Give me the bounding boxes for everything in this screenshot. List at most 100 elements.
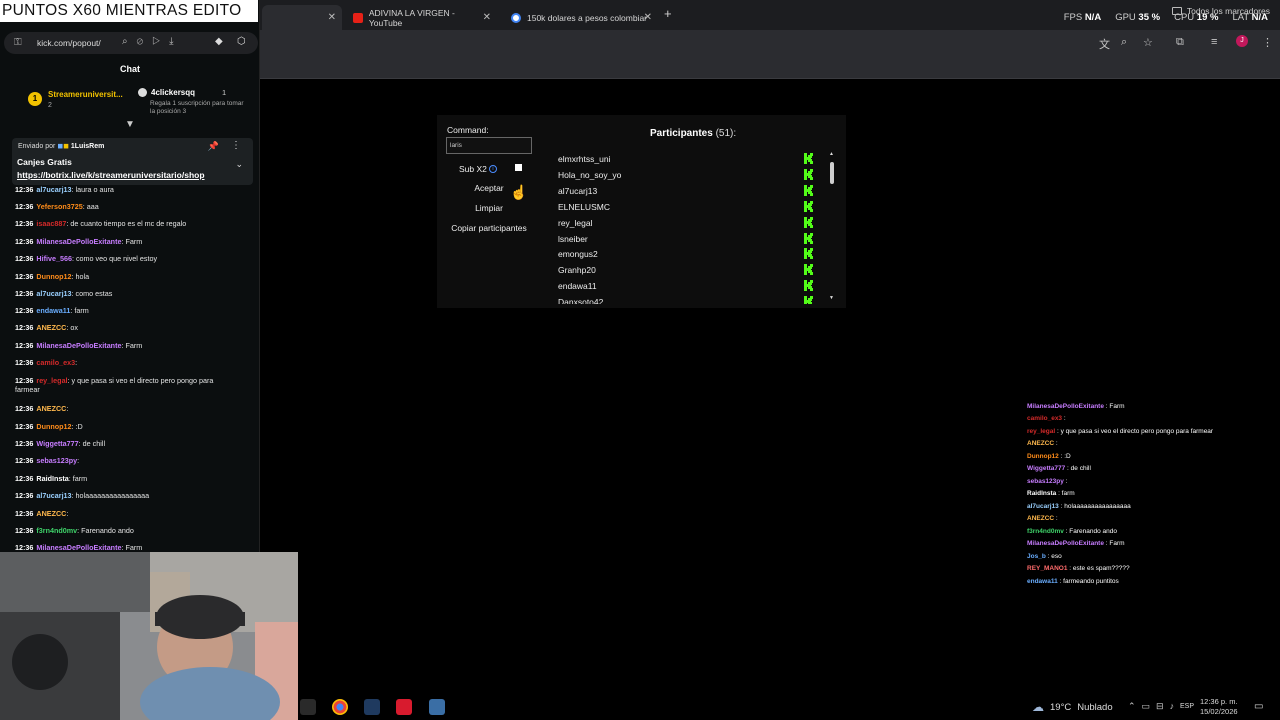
message-user: rey_legal [1027, 428, 1056, 435]
chat-message: 12:36 al7ucarj13: holaaaaaaaaaaaaaaaa [15, 491, 240, 500]
overlay-chat-message: al7ucarj13 : holaaaaaaaaaaaaaaaa [1027, 503, 1131, 511]
message-user[interactable]: MilanesaDePolloExitante [36, 543, 121, 552]
system-tray-icons[interactable]: ⌃▭⊟♪ [1128, 701, 1180, 712]
chat-message: 12:36 rey_legal: y que pasa si veo el dir… [15, 376, 240, 394]
extensions-icon[interactable]: ⧉ [1176, 36, 1184, 49]
message-user: ANEZCC [1027, 440, 1055, 447]
close-icon[interactable]: ✕ [328, 12, 336, 23]
pinned-title: Canjes Gratis [17, 157, 72, 167]
message-user: sebas123py [1027, 478, 1064, 485]
message-user[interactable]: RaidInsta [36, 474, 68, 483]
overlay-chat-message: RaidInsta : farm [1027, 490, 1075, 498]
participants-scrollbar[interactable] [830, 162, 834, 184]
message-user[interactable]: al7ucarj13 [36, 491, 71, 500]
close-icon[interactable]: ✕ [483, 12, 491, 23]
message-user: f3rn4nd0mv [1027, 528, 1064, 535]
message-user[interactable]: al7ucarj13 [36, 289, 71, 298]
message-user: MilanesaDePolloExitante [1027, 403, 1104, 410]
chat-message: 12:36 Dunnop12: hola [15, 272, 240, 281]
extension-icon-2[interactable]: ⬡ [237, 36, 246, 47]
overlay-chat-message: sebas123py : [1027, 478, 1068, 486]
close-icon[interactable]: ✕ [644, 12, 652, 23]
app-icon[interactable] [396, 699, 412, 715]
pinned-link[interactable]: https://botrix.live/k/streameruniversita… [17, 170, 205, 180]
message-user[interactable]: Dunnop12 [36, 422, 71, 431]
message-user[interactable]: Hifive_566 [36, 254, 72, 263]
kick-icon [804, 168, 813, 180]
tab-youtube[interactable]: ADIVINA LA VIRGEN - YouTube ✕ [345, 5, 497, 30]
scroll-down-icon[interactable]: ▼ [125, 119, 135, 130]
message-user[interactable]: sebas123py [36, 456, 77, 465]
kick-icon [804, 184, 813, 196]
tab-label: 150k dolares a pesos colombian [527, 12, 647, 23]
message-user: RaidInsta [1027, 490, 1057, 497]
tab-current[interactable]: ✕ [262, 5, 342, 30]
app-icon[interactable] [300, 699, 316, 715]
message-user[interactable]: ANEZCC [36, 509, 66, 518]
chat-message: 12:36 ANEZCC: [15, 509, 240, 518]
message-user[interactable]: MilanesaDePolloExitante [36, 341, 121, 350]
chevron-down-icon[interactable]: ⌄ [235, 159, 243, 170]
pin-icon[interactable]: 📌 [208, 141, 219, 152]
star-icon[interactable]: ☆ [1143, 36, 1153, 49]
message-text: : [75, 358, 78, 367]
message-text: : Farm [121, 237, 143, 246]
message-text: : Farenando ando [77, 526, 134, 535]
chat-message: 12:36 MilanesaDePolloExitante: Farm [15, 237, 240, 246]
chat-message: 12:36 MilanesaDePolloExitante: Farm [15, 341, 240, 350]
gifter-hint: Regala 1 suscripción para tomar la posic… [150, 100, 244, 115]
message-user[interactable]: camilo_ex3 [36, 358, 75, 367]
message-text: : Farm [1103, 403, 1125, 410]
all-bookmarks[interactable]: Todos los marcadores [1171, 6, 1270, 16]
message-user[interactable]: al7ucarj13 [36, 185, 71, 194]
profile-avatar[interactable]: J [1236, 35, 1248, 47]
message-time: 12:36 [15, 254, 34, 263]
message-text: : [1063, 478, 1068, 485]
scroll-down-icon[interactable]: ▼ [829, 295, 834, 301]
chrome-icon[interactable] [332, 699, 348, 715]
copy-participants-button[interactable]: Copiar participantes [446, 223, 532, 233]
sub-x2-checkbox[interactable] [515, 164, 522, 171]
more-icon[interactable]: ⋮ [231, 140, 241, 151]
calculator-icon[interactable] [429, 699, 445, 715]
message-time: 12:36 [15, 185, 34, 194]
address-bar-icons[interactable]: ⌕⊘▷⤓ [122, 36, 183, 47]
message-user[interactable]: f3rn4nd0mv [36, 526, 77, 535]
scroll-up-icon[interactable]: ▲ [829, 151, 834, 157]
message-user: Wiggetta777 [1027, 465, 1066, 472]
message-time: 12:36 [15, 491, 34, 500]
pinned-message[interactable]: Enviado por ◼◼ 1LuisRem Canjes Gratis ht… [12, 138, 253, 185]
message-time: 12:36 [15, 456, 34, 465]
media-icon[interactable]: ≡ [1211, 36, 1217, 48]
message-user[interactable]: Wiggetta777 [36, 439, 78, 448]
translate-icon[interactable]: 文 [1099, 36, 1110, 52]
message-time: 12:36 [15, 202, 34, 211]
menu-icon[interactable]: ⋮ [1262, 36, 1273, 49]
kick-icon [804, 200, 813, 212]
message-user: MilanesaDePolloExitante [1027, 540, 1104, 547]
language-indicator[interactable]: ESP [1180, 703, 1194, 710]
message-user[interactable]: endawa11 [36, 306, 70, 315]
clock[interactable]: 12:36 p. m. 15/02/2026 [1200, 697, 1238, 717]
message-user[interactable]: isaac887 [36, 219, 66, 228]
extension-icon[interactable]: ◆ [215, 36, 223, 47]
weather-widget[interactable]: ☁ 19°C Nublado [1032, 700, 1113, 714]
message-user[interactable]: Dunnop12 [36, 272, 71, 281]
new-tab-button[interactable]: + [664, 6, 672, 21]
app-icon[interactable] [364, 699, 380, 715]
notifications-icon[interactable]: ▭ [1254, 701, 1263, 712]
zoom-icon[interactable]: ⌕ [1121, 36, 1127, 49]
tab-google[interactable]: 150k dolares a pesos colombian ✕ [503, 5, 658, 30]
message-user[interactable]: Yeferson3725 [36, 202, 82, 211]
popout-address-bar[interactable]: ⚿ kick.com/popout/ ⌕⊘▷⤓ ◆ ⬡ [4, 32, 258, 54]
message-user: ANEZCC [1027, 515, 1055, 522]
message-user[interactable]: ANEZCC [36, 323, 66, 332]
message-user[interactable]: rey_legal [36, 376, 67, 385]
clear-button[interactable]: Limpiar [458, 203, 520, 213]
message-user[interactable]: ANEZCC [36, 404, 66, 413]
command-input[interactable] [446, 137, 532, 154]
popout-url: kick.com/popout/ [37, 38, 101, 48]
chat-message: 12:36 camilo_ex3: [15, 358, 240, 367]
info-icon[interactable]: i [489, 165, 497, 173]
message-user[interactable]: MilanesaDePolloExitante [36, 237, 121, 246]
